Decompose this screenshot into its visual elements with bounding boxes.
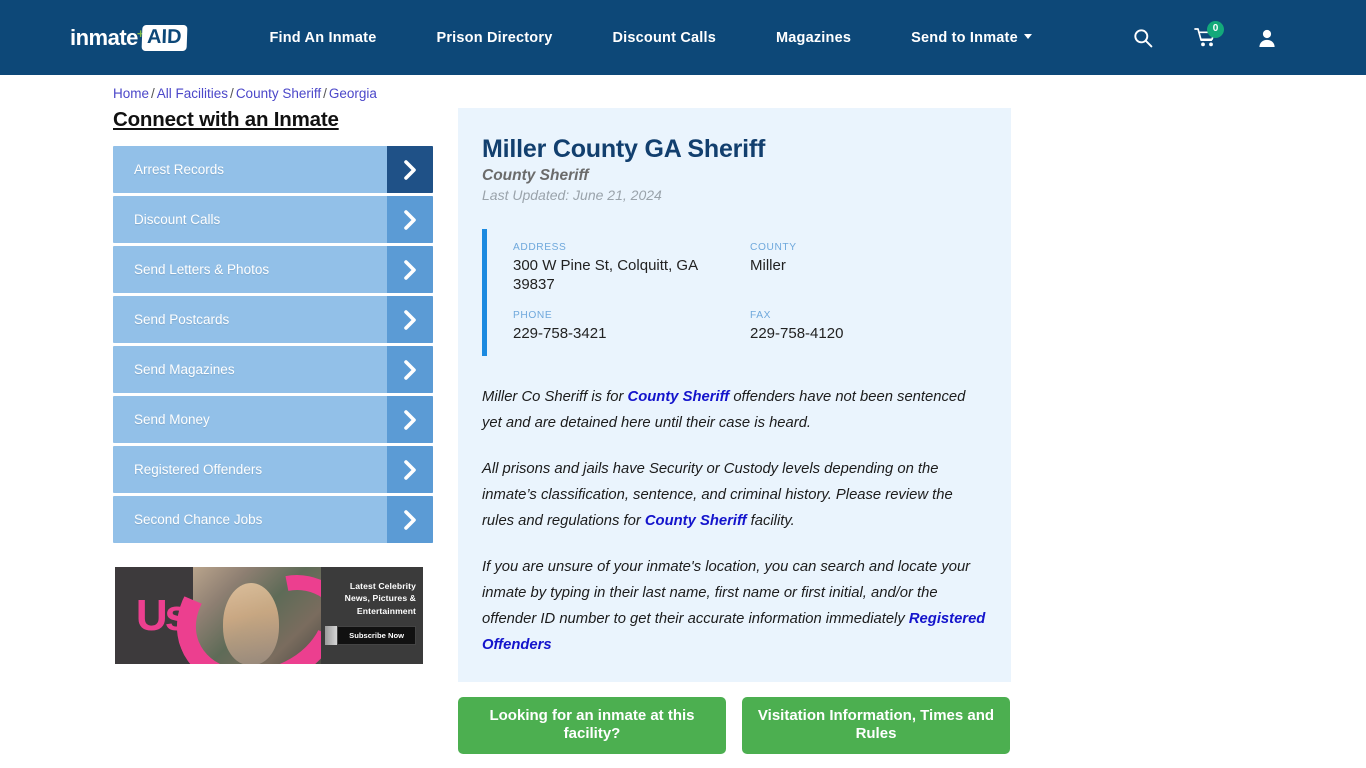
breadcrumb-separator: /	[230, 86, 234, 101]
breadcrumb-home[interactable]: Home	[113, 86, 149, 101]
info-cell-fax: FAX 229-758-4120	[750, 310, 987, 343]
sidebar-item-registered-offenders[interactable]: Registered Offenders	[113, 446, 433, 493]
page-title: Miller County GA Sheriff	[482, 135, 766, 163]
breadcrumb-county-sheriff[interactable]: County Sheriff	[236, 86, 321, 101]
chevron-right-icon	[387, 496, 433, 543]
sidebar-item-label: Discount Calls	[134, 212, 221, 227]
logo-aid-badge: AID	[141, 24, 188, 51]
chevron-right-icon	[387, 346, 433, 393]
breadcrumb-separator: /	[151, 86, 155, 101]
sidebar: Connect with an Inmate Arrest Records Di…	[113, 108, 433, 768]
visitation-info-button[interactable]: Visitation Information, Times and Rules	[742, 696, 1010, 754]
content-row: Connect with an Inmate Arrest Records Di…	[0, 108, 1366, 768]
ad-copy-panel: Latest Celebrity News, Pictures & Entert…	[321, 567, 423, 664]
logo-wordmark: inmate+	[70, 24, 145, 50]
action-button-row: Looking for an inmate at this facility? …	[458, 696, 1011, 754]
ad-copy-line-2: News, Pictures &	[344, 593, 416, 604]
cart-count-badge: 0	[1207, 20, 1224, 38]
ad-cta-gradient	[325, 626, 338, 646]
page-body: Home / All Facilities / County Sheriff / Georg…	[0, 86, 1366, 768]
para1-link-county-sheriff[interactable]: County Sheriff	[628, 389, 730, 405]
ad-copy-line-1: Latest Celebrity	[349, 581, 416, 591]
nav-magazines[interactable]: Magazines	[746, 30, 881, 46]
breadcrumb-separator: /	[323, 86, 327, 101]
chevron-right-icon	[387, 196, 433, 243]
facility-paragraph-2: All prisons and jails have Security or C…	[482, 456, 987, 534]
ad-cta-row: Subscribe Now	[325, 626, 416, 646]
last-updated-text: Last Updated: June 21, 2024	[482, 187, 662, 203]
info-cell-county: COUNTY Miller	[750, 242, 987, 294]
subscribe-now-button[interactable]: Subscribe Now	[337, 626, 416, 646]
ad-copy-line-3: Entertainment	[356, 605, 416, 616]
site-header: inmate+ AID Find An Inmate Prison Directo…	[0, 0, 1366, 75]
breadcrumb-georgia[interactable]: Georgia	[329, 86, 377, 101]
info-label-phone: PHONE	[513, 310, 553, 322]
chevron-right-icon	[387, 296, 433, 343]
shopping-cart-icon[interactable]: 0	[1186, 19, 1224, 57]
facility-paragraph-3: If you are unsure of your inmate's locat…	[482, 554, 987, 658]
nav-prison-directory[interactable]: Prison Directory	[406, 30, 582, 46]
sidebar-item-send-magazines[interactable]: Send Magazines	[113, 346, 433, 393]
facility-info-block: ADDRESS 300 W Pine St, Colquitt, GA 3983…	[482, 229, 987, 356]
info-label-county: COUNTY	[750, 242, 797, 253]
para3-pre: If you are unsure of your inmate's locat…	[482, 558, 971, 627]
header-icon-group: 0	[1124, 0, 1366, 75]
main-column: Miller County GA Sheriff County Sheriff …	[458, 108, 1011, 768]
us-weekly-ad-banner[interactable]: Us Latest Celebrity News, Pictures & Ent…	[115, 567, 423, 664]
facility-type: County Sheriff	[482, 167, 589, 184]
sidebar-item-label: Second Chance Jobs	[134, 512, 263, 527]
search-icon[interactable]	[1124, 19, 1162, 57]
para1-pre: Miller Co Sheriff is for	[482, 388, 628, 405]
facility-card: Miller County GA Sheriff County Sheriff …	[458, 108, 1011, 682]
sidebar-item-label: Send Magazines	[134, 362, 235, 377]
nav-send-to-inmate[interactable]: Send to Inmate	[881, 30, 1062, 46]
info-value-fax: 229-758-4120	[750, 325, 844, 343]
info-cell-phone: PHONE 229-758-3421	[513, 310, 750, 343]
sidebar-item-label: Send Letters & Photos	[134, 262, 270, 277]
info-label-fax: FAX	[750, 310, 772, 322]
inmateaid-logo[interactable]: inmate+ AID	[70, 19, 188, 57]
user-account-icon[interactable]	[1248, 19, 1286, 57]
facility-paragraph-1: Miller Co Sheriff is for County Sheriff …	[482, 384, 987, 436]
info-value-phone: 229-758-3421	[513, 325, 607, 343]
sidebar-item-send-money[interactable]: Send Money	[113, 396, 433, 443]
para2-post: facility.	[746, 512, 795, 529]
nav-find-an-inmate[interactable]: Find An Inmate	[269, 30, 406, 46]
nav-discount-calls[interactable]: Discount Calls	[582, 30, 746, 46]
info-label-address: ADDRESS	[513, 242, 567, 253]
sidebar-item-send-letters-photos[interactable]: Send Letters & Photos	[113, 246, 433, 293]
info-cell-address: ADDRESS 300 W Pine St, Colquitt, GA 3983…	[513, 242, 750, 294]
sidebar-item-label: Registered Offenders	[134, 462, 263, 477]
looking-for-inmate-button[interactable]: Looking for an inmate at this facility?	[458, 696, 726, 754]
us-weekly-logo: Us	[135, 590, 189, 640]
ad-photo	[193, 567, 323, 664]
info-value-address: 300 W Pine St, Colquitt, GA 39837	[513, 257, 698, 294]
breadcrumb-all-facilities[interactable]: All Facilities	[157, 86, 228, 101]
sidebar-heading: Connect with an Inmate	[113, 108, 339, 131]
sidebar-item-discount-calls[interactable]: Discount Calls	[113, 196, 433, 243]
sidebar-item-label: Send Postcards	[134, 312, 230, 327]
chevron-down-icon	[1023, 34, 1032, 40]
sidebar-item-second-chance-jobs[interactable]: Second Chance Jobs	[113, 496, 433, 543]
sidebar-item-label: Send Money	[134, 412, 210, 427]
primary-navigation: Find An Inmate Prison Directory Discount…	[269, 30, 1061, 46]
sidebar-item-label: Arrest Records	[134, 162, 225, 177]
chevron-right-icon	[387, 446, 433, 493]
sidebar-item-send-postcards[interactable]: Send Postcards	[113, 296, 433, 343]
para2-link-county-sheriff[interactable]: County Sheriff	[645, 513, 747, 529]
chevron-right-icon	[387, 396, 433, 443]
info-value-county: Miller	[750, 257, 786, 274]
chevron-right-icon	[387, 146, 433, 193]
breadcrumb: Home / All Facilities / County Sheriff / Georg…	[113, 86, 1366, 101]
sidebar-item-arrest-records[interactable]: Arrest Records	[113, 146, 433, 193]
chevron-right-icon	[387, 246, 433, 293]
